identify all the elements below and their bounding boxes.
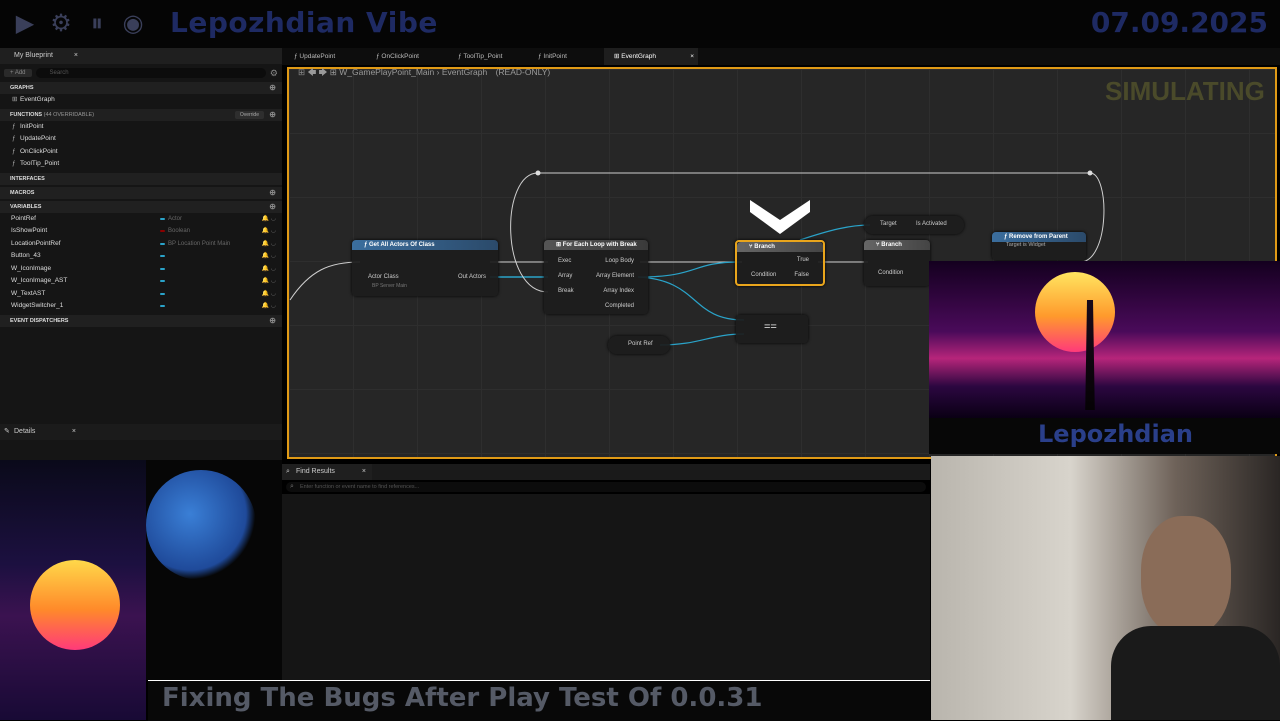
pin-array[interactable]: Array bbox=[558, 273, 572, 279]
node-for-each-loop[interactable]: ⊞ For Each Loop with Break Exec Array Br… bbox=[544, 240, 648, 314]
reroute-node[interactable] bbox=[1087, 170, 1093, 176]
pin-true[interactable]: True bbox=[797, 257, 809, 263]
node-equals[interactable]: == bbox=[736, 315, 808, 343]
chevron-shape bbox=[750, 200, 810, 234]
close-icon[interactable]: × bbox=[362, 464, 366, 480]
pin-exec[interactable]: Exec bbox=[558, 258, 571, 264]
streamer-head bbox=[1141, 516, 1231, 636]
chevron-down-icon bbox=[748, 196, 812, 236]
node-point-ref-getter[interactable]: Point Ref bbox=[608, 336, 670, 354]
node-remove-from-parent[interactable]: ƒ Remove from Parent Target is Widget bbox=[992, 232, 1086, 260]
tab-label: Find Results bbox=[296, 468, 335, 475]
find-results-search-input[interactable]: ⌕ Enter function or event name to find r… bbox=[286, 482, 926, 492]
node-title: Remove from Parent bbox=[1009, 234, 1068, 240]
node-header: ⑂ Branch bbox=[737, 242, 823, 252]
object-wire bbox=[637, 261, 741, 278]
chevron-path bbox=[750, 200, 810, 234]
object-wire bbox=[637, 276, 745, 321]
equals-operator: == bbox=[764, 321, 777, 333]
search-icon: ⌕ bbox=[286, 468, 290, 475]
search-icon: ⌕ bbox=[290, 483, 294, 490]
reroute-node[interactable] bbox=[535, 170, 541, 176]
pin-out-actors[interactable]: Out Actors bbox=[458, 274, 486, 280]
pin-break[interactable]: Break bbox=[558, 288, 574, 294]
pin-condition[interactable]: Condition bbox=[878, 270, 903, 276]
node-is-activated[interactable]: Target Is Activated bbox=[864, 216, 964, 234]
stream-subtitle: Fixing The Bugs After Play Test Of 0.0.3… bbox=[162, 683, 763, 713]
node-header: ⊞ For Each Loop with Break bbox=[544, 240, 648, 250]
pin-array-element[interactable]: Array Element bbox=[596, 273, 634, 279]
variable-label: Point Ref bbox=[628, 341, 653, 347]
macro-icon: ⊞ bbox=[556, 242, 563, 248]
node-header: ƒ Remove from Parent bbox=[992, 232, 1086, 242]
node-branch-selected[interactable]: ⑂ Branch Condition True False bbox=[735, 240, 825, 286]
node-header: ƒ Get All Actors Of Class bbox=[352, 240, 498, 250]
webcam-feed bbox=[931, 456, 1280, 720]
node-title: Get All Actors Of Class bbox=[369, 242, 435, 248]
pin-loop-body[interactable]: Loop Body bbox=[605, 258, 634, 264]
streamer-body bbox=[1111, 626, 1280, 720]
brand-name: Lepozhdian bbox=[1038, 420, 1193, 448]
find-results-list bbox=[282, 494, 930, 680]
sunset-sun bbox=[1035, 272, 1115, 352]
node-subtitle: Target is Widget bbox=[1006, 242, 1046, 248]
node-title: Branch bbox=[881, 242, 902, 248]
pin-condition[interactable]: Condition bbox=[751, 272, 776, 278]
node-branch-2[interactable]: ⑂ Branch Condition bbox=[864, 240, 930, 286]
pin-array-index[interactable]: Array Index bbox=[603, 288, 634, 294]
pin-is-activated[interactable]: Is Activated bbox=[916, 221, 947, 227]
pin-completed[interactable]: Completed bbox=[605, 303, 634, 309]
pin-false[interactable]: False bbox=[794, 272, 809, 278]
class-dropdown[interactable]: BP Server Main bbox=[372, 283, 407, 289]
node-title: For Each Loop with Break bbox=[562, 242, 637, 248]
object-wire bbox=[659, 333, 745, 346]
node-header: ⑂ Branch bbox=[864, 240, 930, 250]
find-results-tab[interactable]: ⌕ Find Results × bbox=[282, 464, 372, 480]
search-placeholder: Enter function or event name to find ref… bbox=[300, 484, 420, 490]
pin-actor-class[interactable]: Actor Class bbox=[368, 274, 399, 280]
pin-target[interactable]: Target bbox=[880, 221, 897, 227]
exec-wire bbox=[289, 261, 361, 301]
node-get-all-actors[interactable]: ƒ Get All Actors Of Class Actor Class BP… bbox=[352, 240, 498, 296]
find-results-tab-bar: ⌕ Find Results × bbox=[282, 464, 930, 480]
node-title: Branch bbox=[754, 244, 775, 250]
